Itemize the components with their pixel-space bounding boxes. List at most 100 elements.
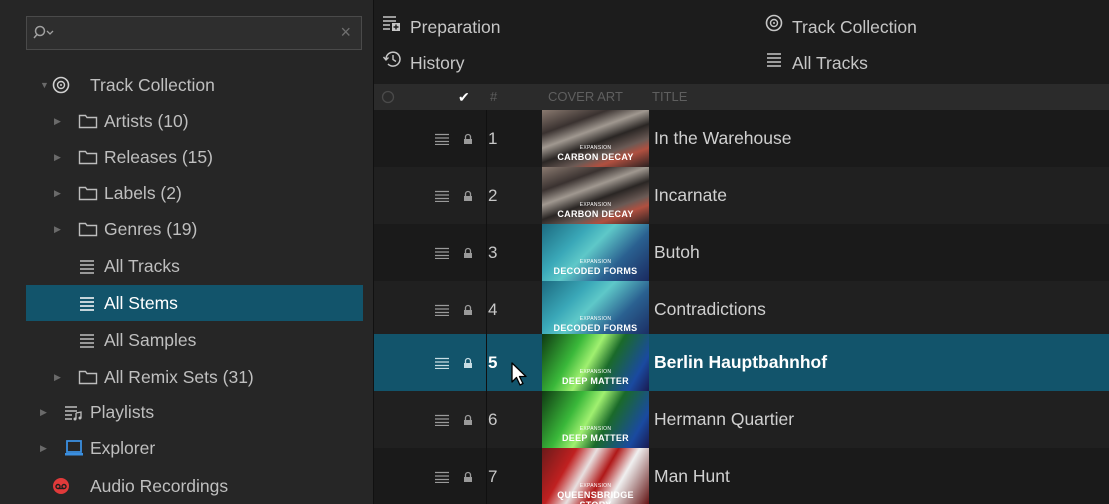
cover-art: EXPANSION QUEENSBRIDGE STORY: [542, 448, 649, 504]
tree-item-labels[interactable]: ▶ Labels (2): [0, 175, 373, 211]
cover-art: EXPANSION CARBON DECAY: [542, 167, 649, 224]
cover-art-text: DECODED FORMS: [553, 323, 638, 333]
lock-icon: [462, 132, 474, 150]
search-field[interactable]: ×: [26, 16, 362, 50]
tree-item-audio-recordings[interactable]: Audio Recordings: [0, 468, 373, 504]
tree-item-label: Releases (15): [104, 147, 213, 167]
collapsed-arrow-icon[interactable]: ▶: [54, 139, 61, 175]
track-number: 7: [488, 467, 498, 486]
tree-item-label: All Remix Sets (31): [104, 367, 254, 387]
track-row[interactable]: 1 EXPANSION CARBON DECAY In the Warehous…: [374, 110, 1109, 167]
column-number[interactable]: #: [490, 84, 497, 110]
lock-icon: [462, 246, 474, 264]
record-icon: [52, 477, 70, 495]
tree-item-explorer[interactable]: ▶ Explorer: [0, 430, 373, 466]
cover-art-text: CARBON DECAY: [557, 209, 634, 219]
collapsed-arrow-icon[interactable]: ▶: [40, 430, 47, 466]
tree-item-all-remix-sets[interactable]: ▶ All Remix Sets (31): [0, 359, 373, 395]
browser-tree-panel: × ▼ Track Collection ▶ Artists (10) ▶ Re…: [0, 0, 373, 504]
list-icon: [434, 189, 450, 207]
track-title: Man Hunt: [654, 466, 730, 486]
tree-item-playlists[interactable]: ▶ Playlists: [0, 394, 373, 430]
track-row-selected[interactable]: 5 EXPANSION DEEP MATTER Berlin Hauptbahn…: [374, 334, 1109, 391]
column-cover-art[interactable]: COVER ART: [548, 84, 623, 110]
tree-item-label: Labels (2): [104, 183, 182, 203]
collapsed-arrow-icon[interactable]: ▶: [54, 175, 61, 211]
clear-search-icon[interactable]: ×: [340, 22, 351, 43]
tree-item-all-stems[interactable]: All Stems: [26, 285, 363, 321]
playlist-icon: [64, 403, 82, 421]
favorite-all-tracks[interactable]: All Tracks: [764, 45, 868, 81]
tree-item-label: All Stems: [104, 293, 178, 313]
favorite-label: Preparation: [410, 17, 501, 37]
tree-item-label: Genres (19): [104, 219, 198, 239]
collapsed-arrow-icon[interactable]: ▶: [54, 103, 61, 139]
folder-icon: [78, 148, 98, 166]
tree-item-releases[interactable]: ▶ Releases (15): [0, 139, 373, 175]
collapsed-arrow-icon[interactable]: ▶: [54, 211, 61, 247]
cover-art: EXPANSION DECODED FORMS: [542, 281, 649, 338]
tree-item-label: All Tracks: [104, 256, 180, 276]
cover-art: EXPANSION DEEP MATTER: [542, 334, 649, 391]
lock-icon: [462, 470, 474, 488]
tree-item-artists[interactable]: ▶ Artists (10): [0, 103, 373, 139]
column-check[interactable]: ✔: [458, 84, 470, 110]
tree-item-all-samples[interactable]: All Samples: [0, 322, 373, 358]
folder-icon: [78, 220, 98, 238]
track-row[interactable]: 4 EXPANSION DECODED FORMS Contradictions: [374, 281, 1109, 338]
collapsed-arrow-icon[interactable]: ▶: [54, 359, 61, 395]
lock-icon: [462, 303, 474, 321]
cover-art-text: EXPANSION: [579, 483, 612, 489]
cover-art: EXPANSION CARBON DECAY: [542, 110, 649, 167]
lock-icon: [462, 189, 474, 207]
favorite-label: All Tracks: [792, 53, 868, 73]
search-icon[interactable]: [33, 25, 55, 46]
list-icon: [434, 413, 450, 431]
folder-icon: [78, 368, 98, 386]
favorite-history[interactable]: History: [382, 45, 464, 81]
expanded-arrow-icon[interactable]: ▼: [40, 67, 49, 103]
cover-art-text: DECODED FORMS: [553, 266, 638, 276]
column-divider: [486, 391, 487, 448]
favorite-track-collection[interactable]: Track Collection: [764, 9, 917, 45]
list-icon: [434, 470, 450, 488]
cover-art-text: EXPANSION: [579, 202, 612, 208]
column-divider: [486, 281, 487, 338]
track-row[interactable]: 2 EXPANSION CARBON DECAY Incarnate: [374, 167, 1109, 224]
cover-art-text: DEEP MATTER: [562, 376, 629, 386]
computer-icon: [64, 439, 83, 457]
favorite-label: Track Collection: [792, 17, 917, 37]
track-number: 6: [488, 410, 498, 429]
list-icon: [434, 303, 450, 321]
collapsed-arrow-icon[interactable]: ▶: [40, 394, 47, 430]
column-header: ✔ # COVER ART TITLE: [374, 84, 1109, 110]
tree-item-label: Playlists: [90, 402, 155, 422]
deck-indicator-column[interactable]: [380, 90, 396, 104]
tree-item-genres[interactable]: ▶ Genres (19): [0, 211, 373, 247]
track-row[interactable]: 3 EXPANSION DECODED FORMS Butoh: [374, 224, 1109, 281]
mouse-cursor-icon: [510, 362, 530, 393]
track-title: Contradictions: [654, 299, 766, 319]
track-number: 3: [488, 243, 498, 262]
track-title: Butoh: [654, 242, 700, 262]
track-title: Hermann Quartier: [654, 409, 795, 429]
column-divider: [486, 167, 487, 224]
track-number: 1: [488, 129, 498, 148]
favorite-preparation[interactable]: Preparation: [382, 9, 500, 45]
track-row[interactable]: 7 EXPANSION QUEENSBRIDGE STORY Man Hunt: [374, 448, 1109, 504]
cover-art-text: EXPANSION: [579, 369, 612, 375]
list-icon: [434, 246, 450, 264]
tree-item-track-collection[interactable]: ▼ Track Collection: [0, 67, 373, 103]
tree-item-label: Audio Recordings: [90, 476, 229, 496]
tree-item-label: Explorer: [90, 438, 156, 458]
list-icon: [434, 356, 450, 374]
tree-item-all-tracks[interactable]: All Tracks: [0, 248, 373, 284]
lock-icon: [462, 356, 474, 374]
track-row[interactable]: 6 EXPANSION DEEP MATTER Hermann Quartier: [374, 391, 1109, 448]
list-icon: [78, 257, 96, 275]
track-list-panel: Preparation History Track Collection All…: [373, 0, 1109, 504]
cover-art-text: EXPANSION: [579, 145, 612, 151]
column-title[interactable]: TITLE: [652, 84, 687, 110]
column-divider: [486, 334, 487, 391]
tree-item-label: Artists (10): [104, 111, 189, 131]
